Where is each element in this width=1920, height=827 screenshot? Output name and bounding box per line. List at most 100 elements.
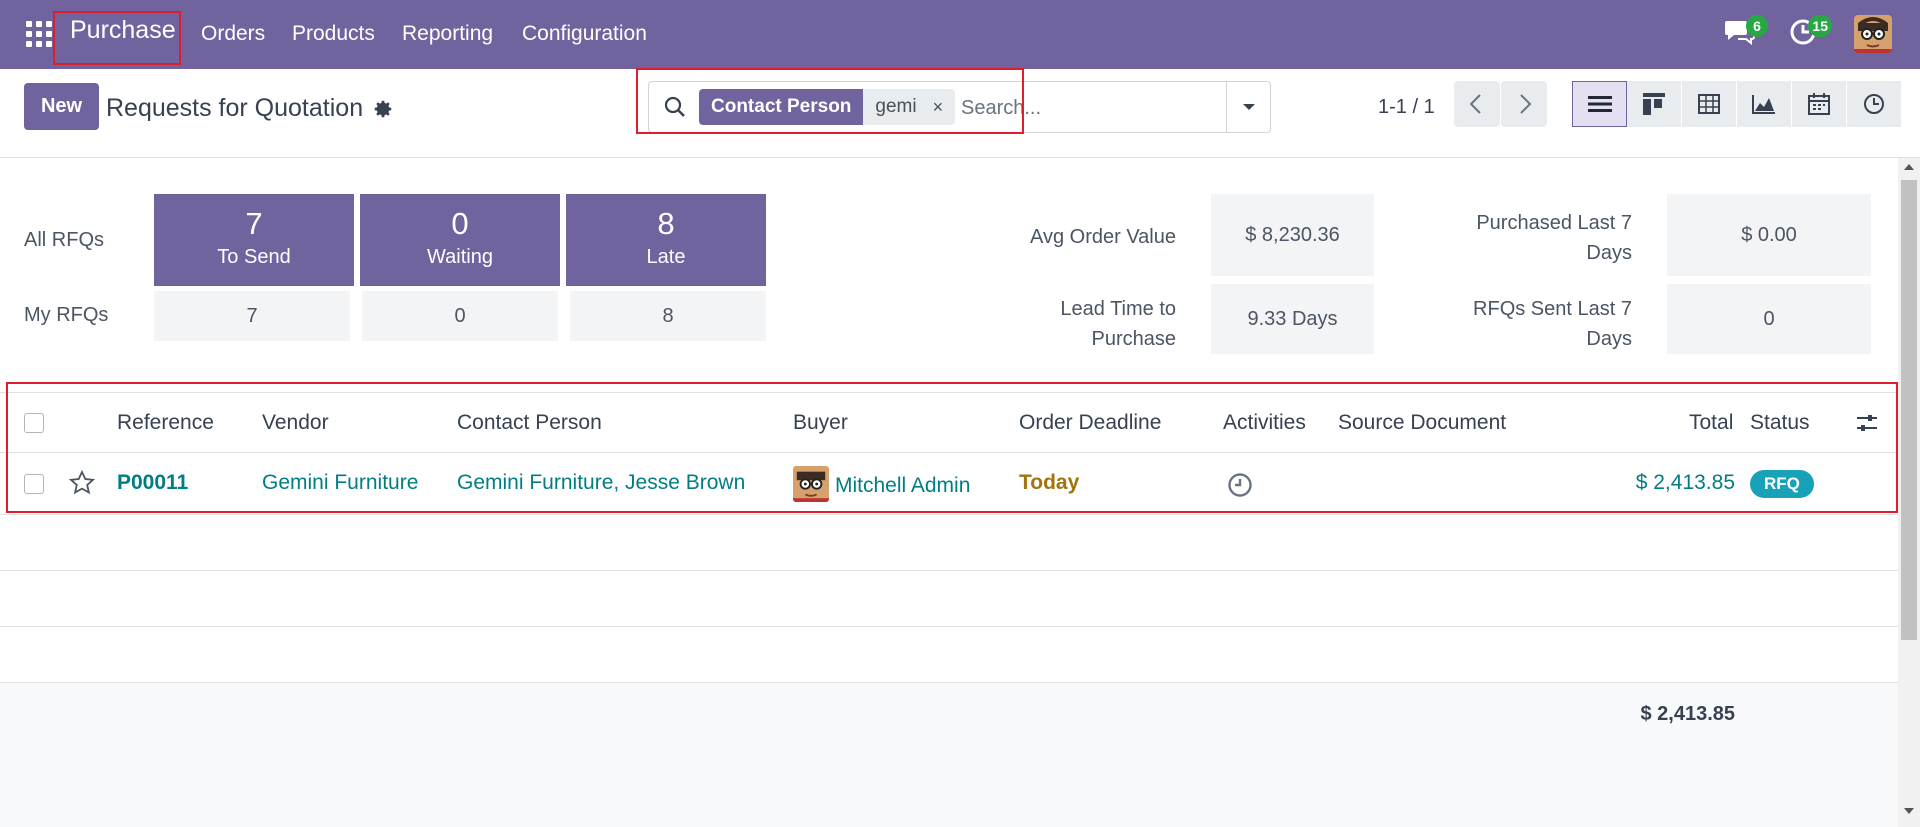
activities-badge: 15 (1808, 15, 1832, 37)
pager-value[interactable]: 1-1 / 1 (1378, 96, 1435, 119)
footer-sum-total: $ 2,413.85 (1640, 703, 1735, 725)
user-avatar[interactable] (1854, 15, 1892, 53)
area-chart-icon (1752, 95, 1775, 114)
row-checkbox[interactable] (24, 474, 44, 494)
table-row[interactable]: P00011 Gemini Furniture Gemini Furniture… (0, 453, 1898, 515)
empty-row (0, 571, 1898, 627)
control-panel: New Requests for Quotation Contact Perso… (0, 68, 1920, 158)
remove-facet-icon[interactable]: × (933, 89, 944, 125)
graph-view-button[interactable] (1737, 81, 1792, 127)
facet-value-text: gemi (875, 96, 917, 117)
buyer-avatar-image (793, 466, 829, 502)
header-reference[interactable]: Reference (117, 411, 214, 435)
header-activities[interactable]: Activities (1223, 411, 1306, 435)
tile-waiting[interactable]: 0 Waiting (360, 194, 560, 286)
tile-number: 0 (451, 206, 469, 241)
rfqs-sent-label: RFQs Sent Last 7 Days (1412, 294, 1632, 354)
chevron-right-icon (1520, 94, 1532, 114)
top-navbar: Purchase Orders Products Reporting Confi… (0, 0, 1920, 69)
header-contact-person[interactable]: Contact Person (457, 411, 602, 435)
pager-previous-button[interactable] (1454, 81, 1500, 127)
search-icon (664, 96, 685, 117)
lead-time-label-line2: Purchase (1091, 328, 1177, 350)
scroll-down-icon[interactable] (1903, 806, 1915, 816)
header-vendor[interactable]: Vendor (262, 411, 329, 435)
rfqs-sent-label-line2: Days (1586, 328, 1632, 350)
nav-products[interactable]: Products (292, 22, 375, 46)
avg-order-value: $ 8,230.36 (1211, 194, 1374, 276)
apps-grid-icon[interactable] (26, 21, 52, 47)
table-footer: $ 2,413.85 (0, 683, 1898, 827)
cell-reference: P00011 (117, 471, 189, 494)
activity-clock-icon[interactable] (1227, 472, 1253, 498)
facet-field-name: Contact Person (699, 89, 864, 125)
view-switcher (1572, 81, 1902, 127)
gear-icon[interactable] (372, 98, 394, 120)
tile-label: To Send (217, 246, 291, 268)
my-waiting[interactable]: 0 (362, 291, 558, 341)
facet-value: gemi × (863, 89, 956, 125)
cell-contact-person[interactable]: Gemini Furniture, Jesse Brown (457, 471, 745, 495)
tile-late[interactable]: 8 Late (566, 194, 766, 286)
lead-time-label: Lead Time to Purchase (960, 294, 1176, 354)
scroll-up-icon[interactable] (1903, 162, 1915, 172)
my-rfqs-label: My RFQs (24, 304, 109, 326)
pager-next-button[interactable] (1501, 81, 1547, 127)
purchased-label: Purchased Last 7 Days (1412, 208, 1632, 268)
buyer-avatar (793, 466, 829, 502)
cell-vendor[interactable]: Gemini Furniture (262, 471, 418, 495)
search-input[interactable] (961, 90, 1221, 126)
clock-icon (1864, 94, 1884, 114)
scrollbar-thumb[interactable] (1901, 180, 1917, 640)
user-avatar-image (1854, 15, 1892, 53)
list-view-button[interactable] (1572, 81, 1627, 127)
search-options-toggle[interactable] (1226, 82, 1270, 132)
kanban-view-button[interactable] (1627, 81, 1682, 127)
messages-button[interactable]: 6 (1724, 15, 1768, 51)
avg-order-label: Avg Order Value (960, 222, 1176, 252)
cell-buyer[interactable]: Mitchell Admin (835, 474, 970, 498)
activities-button[interactable]: 15 (1788, 15, 1832, 51)
table-header: Reference Vendor Contact Person Buyer Or… (0, 392, 1898, 453)
tile-to-send[interactable]: 7 To Send (154, 194, 354, 286)
app-brand[interactable]: Purchase (70, 16, 176, 45)
rfqs-sent-label-line1: RFQs Sent Last 7 (1473, 298, 1632, 320)
messages-badge: 6 (1746, 15, 1768, 37)
page-title: Requests for Quotation (106, 94, 364, 122)
calendar-view-button[interactable] (1792, 81, 1847, 127)
nav-orders[interactable]: Orders (201, 22, 265, 46)
header-status[interactable]: Status (1750, 411, 1810, 435)
activity-view-button[interactable] (1847, 81, 1902, 127)
header-buyer[interactable]: Buyer (793, 411, 848, 435)
kanban-icon (1643, 93, 1665, 115)
empty-row (0, 627, 1898, 683)
cell-total: $ 2,413.85 (1635, 471, 1735, 494)
chevron-left-icon (1469, 94, 1481, 114)
tile-label: Late (646, 246, 686, 268)
pivot-view-button[interactable] (1682, 81, 1737, 127)
table-icon (1698, 94, 1720, 114)
optional-columns-icon[interactable] (1855, 411, 1879, 435)
calendar-icon (1808, 93, 1830, 115)
caret-down-icon (1243, 104, 1255, 110)
purchased-label-line1: Purchased Last 7 (1476, 212, 1632, 234)
lead-time-value: 9.33 Days (1211, 284, 1374, 354)
cell-order-deadline: Today (1019, 471, 1080, 494)
my-late[interactable]: 8 (570, 291, 766, 341)
status-badge: RFQ (1750, 470, 1814, 498)
star-icon[interactable] (69, 470, 95, 496)
vertical-scrollbar[interactable] (1898, 158, 1920, 827)
select-all-checkbox[interactable] (24, 413, 44, 433)
all-rfqs-label: All RFQs (24, 229, 104, 251)
nav-configuration[interactable]: Configuration (522, 22, 647, 46)
tile-number: 7 (245, 206, 263, 241)
my-to-send[interactable]: 7 (154, 291, 350, 341)
header-source-document[interactable]: Source Document (1338, 411, 1506, 435)
avg-order-label-text: Avg Order Value (1029, 226, 1176, 248)
nav-reporting[interactable]: Reporting (402, 22, 493, 46)
purchased-value: $ 0.00 (1667, 194, 1871, 276)
header-total[interactable]: Total (1689, 411, 1733, 435)
header-order-deadline[interactable]: Order Deadline (1019, 411, 1161, 435)
empty-row (0, 515, 1898, 571)
new-button[interactable]: New (24, 83, 99, 130)
